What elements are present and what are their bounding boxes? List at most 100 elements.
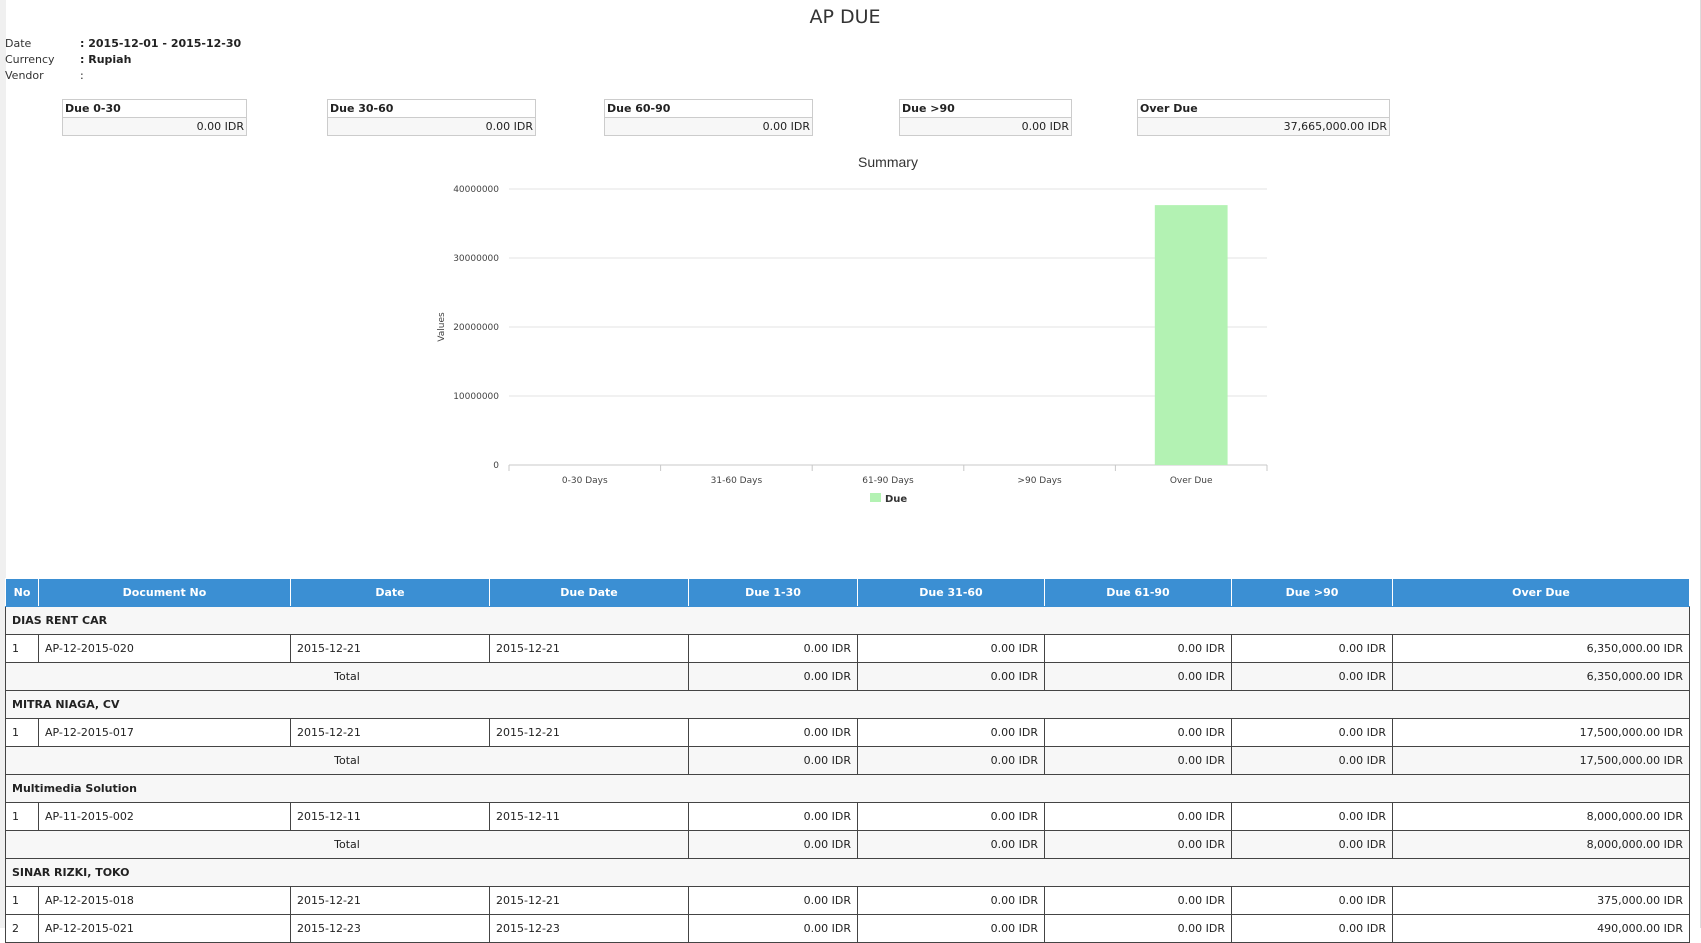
- vendor-group-row: Multimedia Solution: [5, 774, 1690, 803]
- table-header-row: No Document No Date Due Date Due 1-30 Du…: [5, 578, 1690, 607]
- total-due-1-30: 0.00 IDR: [688, 662, 858, 691]
- vendor-name: Multimedia Solution: [5, 774, 1690, 803]
- cell-due-1-30: 0.00 IDR: [688, 718, 858, 747]
- cell-due-1-30: 0.00 IDR: [688, 802, 858, 831]
- cell-due-date: 2015-12-21: [489, 718, 689, 747]
- x-tick-label: >90 Days: [1017, 476, 1062, 486]
- legend-swatch: [870, 493, 881, 502]
- cell-due-over-90: 0.00 IDR: [1231, 634, 1393, 663]
- cell-due-1-30: 0.00 IDR: [688, 886, 858, 915]
- cell-due-date: 2015-12-23: [489, 914, 689, 943]
- summary-box-value: 0.00 IDR: [327, 117, 536, 136]
- vendor-label: Vendor: [5, 69, 44, 82]
- cell-date: 2015-12-21: [290, 886, 490, 915]
- table-row[interactable]: 1 AP-12-2015-017 2015-12-21 2015-12-21 0…: [5, 718, 1690, 747]
- summary-box-label: Due >90: [899, 99, 1072, 117]
- col-header-due-31-60[interactable]: Due 31-60: [857, 578, 1045, 607]
- cell-due-31-60: 0.00 IDR: [857, 886, 1045, 915]
- y-tick-label: 40000000: [453, 185, 499, 195]
- cell-document-no: AP-12-2015-018: [38, 886, 291, 915]
- total-row: Total 0.00 IDR 0.00 IDR 0.00 IDR 0.00 ID…: [5, 662, 1690, 691]
- table-row[interactable]: 1 AP-11-2015-002 2015-12-11 2015-12-11 0…: [5, 802, 1690, 831]
- summary-box-over-due: Over Due 37,665,000.00 IDR: [1137, 99, 1390, 136]
- summary-chart-svg: Summary 0 10000000 20000000 30000000 40000000…: [437, 154, 1268, 505]
- vendor-name: DIAS RENT CAR: [5, 606, 1690, 635]
- summary-box-value: 0.00 IDR: [899, 117, 1072, 136]
- col-header-over-due[interactable]: Over Due: [1392, 578, 1690, 607]
- x-tick-label: 61-90 Days: [862, 476, 914, 486]
- total-label: Total: [5, 746, 689, 775]
- total-due-61-90: 0.00 IDR: [1044, 746, 1232, 775]
- x-tick-label: 0-30 Days: [562, 476, 608, 486]
- cell-due-over-90: 0.00 IDR: [1231, 802, 1393, 831]
- summary-box-due-60-90: Due 60-90 0.00 IDR: [604, 99, 813, 136]
- col-header-date[interactable]: Date: [290, 578, 490, 607]
- total-due-over-90: 0.00 IDR: [1231, 830, 1393, 859]
- total-over-due: 8,000,000.00 IDR: [1392, 830, 1690, 859]
- x-tick-label: Over Due: [1170, 476, 1213, 486]
- cell-document-no: AP-12-2015-020: [38, 634, 291, 663]
- x-tick-label: 31-60 Days: [711, 476, 763, 486]
- cell-due-31-60: 0.00 IDR: [857, 914, 1045, 943]
- y-tick-label: 0: [493, 461, 499, 471]
- summary-box-value: 37,665,000.00 IDR: [1137, 117, 1390, 136]
- y-axis-label: Values: [437, 312, 447, 342]
- cell-due-61-90: 0.00 IDR: [1044, 886, 1232, 915]
- summary-box-label: Due 30-60: [327, 99, 536, 117]
- summary-box-due-30-60: Due 30-60 0.00 IDR: [327, 99, 536, 136]
- ap-due-table: No Document No Date Due Date Due 1-30 Du…: [5, 578, 1690, 943]
- date-label: Date: [5, 37, 32, 50]
- summary-box-value: 0.00 IDR: [62, 117, 247, 136]
- page-title: AP DUE: [809, 6, 881, 28]
- y-tick-label: 30000000: [453, 254, 499, 264]
- cell-date: 2015-12-21: [290, 634, 490, 663]
- y-tick-label: 20000000: [453, 323, 499, 333]
- cell-due-1-30: 0.00 IDR: [688, 634, 858, 663]
- table-row[interactable]: 1 AP-12-2015-020 2015-12-21 2015-12-21 0…: [5, 634, 1690, 663]
- total-due-1-30: 0.00 IDR: [688, 746, 858, 775]
- cell-due-over-90: 0.00 IDR: [1231, 914, 1393, 943]
- cell-over-due: 8,000,000.00 IDR: [1392, 802, 1690, 831]
- col-header-due-61-90[interactable]: Due 61-90: [1044, 578, 1232, 607]
- cell-due-date: 2015-12-21: [489, 886, 689, 915]
- summary-chart: Summary 0 10000000 20000000 30000000 40000000…: [420, 148, 1280, 518]
- vendor-group-row: SINAR RIZKI, TOKO: [5, 858, 1690, 887]
- col-header-document-no[interactable]: Document No: [38, 578, 291, 607]
- y-tick-label: 10000000: [453, 392, 499, 402]
- cell-due-61-90: 0.00 IDR: [1044, 802, 1232, 831]
- cell-date: 2015-12-23: [290, 914, 490, 943]
- summary-box-label: Over Due: [1137, 99, 1390, 117]
- summary-box-due-over-90: Due >90 0.00 IDR: [899, 99, 1072, 136]
- cell-due-date: 2015-12-11: [489, 802, 689, 831]
- col-header-no[interactable]: No: [5, 578, 39, 607]
- cell-due-31-60: 0.00 IDR: [857, 634, 1045, 663]
- total-due-31-60: 0.00 IDR: [857, 746, 1045, 775]
- total-over-due: 17,500,000.00 IDR: [1392, 746, 1690, 775]
- cell-due-61-90: 0.00 IDR: [1044, 914, 1232, 943]
- cell-due-1-30: 0.00 IDR: [688, 914, 858, 943]
- vendor-value: :: [80, 69, 84, 82]
- cell-due-over-90: 0.00 IDR: [1231, 718, 1393, 747]
- legend-label: Due: [885, 494, 907, 505]
- cell-due-61-90: 0.00 IDR: [1044, 634, 1232, 663]
- cell-due-date: 2015-12-21: [489, 634, 689, 663]
- table-row[interactable]: 2 AP-12-2015-021 2015-12-23 2015-12-23 0…: [5, 914, 1690, 943]
- cell-document-no: AP-12-2015-021: [38, 914, 291, 943]
- chart-title: Summary: [858, 154, 918, 170]
- cell-no: 1: [5, 634, 39, 663]
- summary-box-label: Due 0-30: [62, 99, 247, 117]
- cell-over-due: 375,000.00 IDR: [1392, 886, 1690, 915]
- currency-label: Currency: [5, 53, 55, 66]
- chart-bar: [1154, 205, 1228, 465]
- col-header-due-date[interactable]: Due Date: [489, 578, 689, 607]
- cell-document-no: AP-12-2015-017: [38, 718, 291, 747]
- cell-date: 2015-12-21: [290, 718, 490, 747]
- cell-over-due: 6,350,000.00 IDR: [1392, 634, 1690, 663]
- table-row[interactable]: 1 AP-12-2015-018 2015-12-21 2015-12-21 0…: [5, 886, 1690, 915]
- cell-due-over-90: 0.00 IDR: [1231, 886, 1393, 915]
- vendor-name: SINAR RIZKI, TOKO: [5, 858, 1690, 887]
- col-header-due-over-90[interactable]: Due >90: [1231, 578, 1393, 607]
- total-due-1-30: 0.00 IDR: [688, 830, 858, 859]
- cell-no: 1: [5, 718, 39, 747]
- col-header-due-1-30[interactable]: Due 1-30: [688, 578, 858, 607]
